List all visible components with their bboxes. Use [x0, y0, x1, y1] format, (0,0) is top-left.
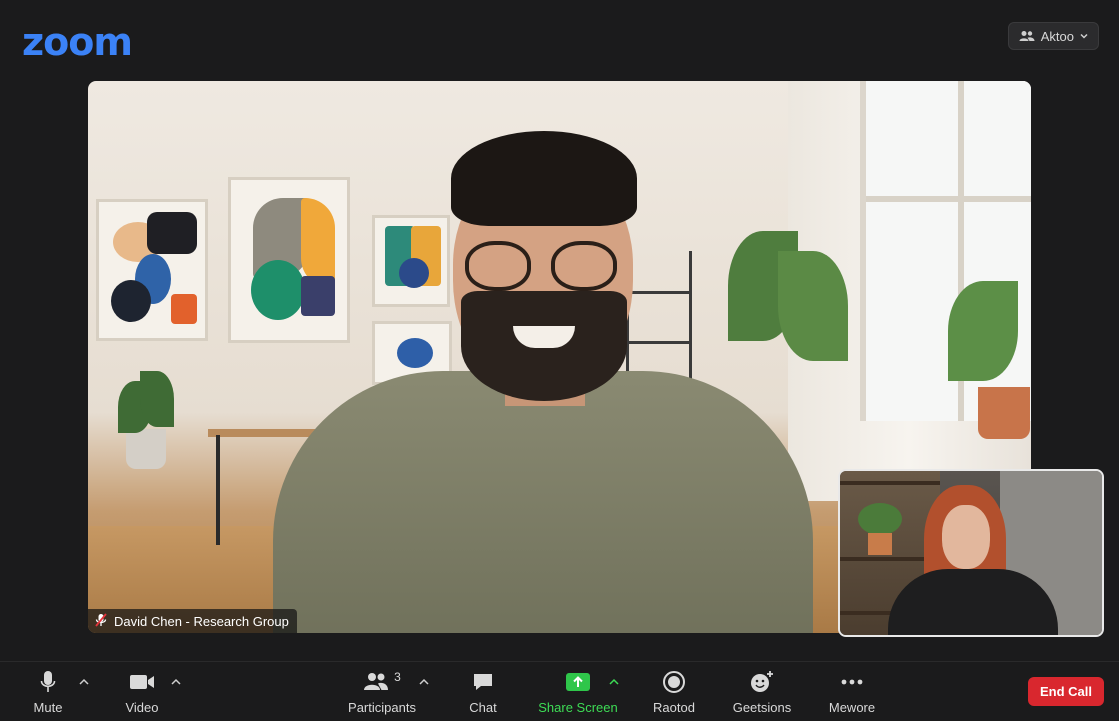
- mute-button[interactable]: Mute: [28, 668, 68, 718]
- participant-name: David Chen - Research Group: [114, 613, 289, 629]
- participants-icon: [363, 671, 389, 694]
- more-button[interactable]: Mewore: [824, 668, 880, 718]
- zoom-logo: zoom: [22, 20, 133, 64]
- speaker-figure: [273, 121, 813, 633]
- more-icon: [841, 668, 863, 696]
- chevron-down-icon: [1080, 32, 1088, 40]
- record-icon: [662, 668, 686, 696]
- reactions-label: Geetsions: [732, 700, 792, 715]
- chevron-up-icon[interactable]: [608, 676, 620, 688]
- people-icon: [1019, 30, 1035, 42]
- meeting-toolbar: Mute Video 3 Participants Chat Share Scr…: [0, 661, 1119, 721]
- reactions-button[interactable]: Geetsions: [728, 668, 796, 718]
- video-label: Video: [125, 700, 159, 715]
- reactions-icon: [749, 668, 775, 696]
- view-options-button[interactable]: Aktoo: [1007, 22, 1099, 50]
- video-camera-icon: [129, 668, 155, 696]
- share-screen-icon: [565, 668, 591, 696]
- mic-off-icon: [94, 612, 108, 630]
- chevron-up-icon[interactable]: [418, 676, 430, 688]
- chat-button[interactable]: Chat: [463, 668, 503, 718]
- more-label: Mewore: [828, 700, 876, 715]
- participant-name-tag: David Chen - Research Group: [88, 609, 297, 633]
- participant-count: 3: [394, 670, 401, 684]
- view-options-label: Aktoo: [1040, 28, 1074, 44]
- mute-label: Mute: [33, 700, 63, 715]
- chevron-up-icon[interactable]: [170, 676, 182, 688]
- chevron-up-icon[interactable]: [78, 676, 90, 688]
- participants-label: Participants: [348, 700, 416, 715]
- chat-icon: [472, 668, 494, 696]
- end-call-button[interactable]: End Call: [1028, 677, 1104, 706]
- microphone-icon: [40, 668, 56, 696]
- video-button[interactable]: Video: [118, 668, 166, 718]
- zoom-meeting-window: zoom Aktoo David Chen - Research Group M…: [0, 0, 1119, 721]
- participants-button[interactable]: 3 Participants: [342, 668, 422, 718]
- wall-art: [96, 199, 208, 341]
- chat-label: Chat: [469, 700, 497, 715]
- room-window: [860, 81, 1031, 421]
- share-screen-label: Share Screen: [538, 700, 618, 715]
- self-view-video[interactable]: [838, 469, 1104, 637]
- record-label: Raotod: [653, 700, 695, 715]
- record-button[interactable]: Raotod: [648, 668, 700, 718]
